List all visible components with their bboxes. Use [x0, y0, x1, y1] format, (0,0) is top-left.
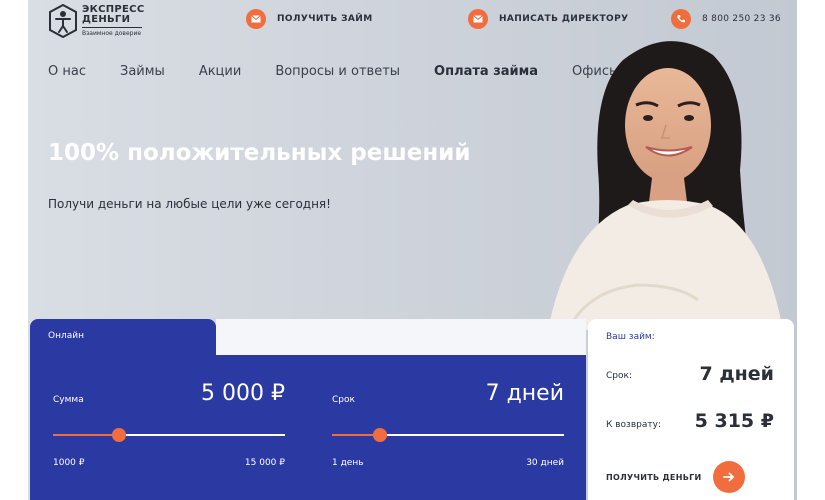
- write-director-link[interactable]: НАПИСАТЬ ДИРЕКТОРУ: [468, 9, 628, 29]
- amount-slider-handle[interactable]: [112, 428, 127, 442]
- amount-value: 5 000 ₽: [201, 381, 285, 406]
- term-field: Срок 7 дней 1 день 30 дней: [332, 355, 564, 500]
- get-money-label: ПОЛУЧИТЬ ДЕНЬГИ: [606, 472, 702, 482]
- phone-link[interactable]: 8 800 250 23 36: [671, 9, 781, 29]
- term-max: 30 дней: [526, 458, 564, 468]
- hero-subline: Получи деньги на любые цели уже сегодня!: [48, 197, 331, 211]
- nav-item-faq[interactable]: Вопросы и ответы: [275, 64, 400, 79]
- write-director-label: НАПИСАТЬ ДИРЕКТОРУ: [499, 14, 629, 24]
- hero-woman-image: [548, 41, 783, 330]
- nav-item-loans[interactable]: Займы: [120, 64, 165, 79]
- amount-label: Сумма: [53, 395, 84, 405]
- nav-item-about[interactable]: О нас: [48, 64, 86, 79]
- logo-text-line2: ДЕНЬГИ: [82, 14, 131, 25]
- term-slider[interactable]: [332, 428, 564, 442]
- amount-min: 1000 ₽: [53, 458, 85, 468]
- arrow-right-icon: [713, 461, 746, 493]
- amount-slider[interactable]: [53, 428, 285, 442]
- term-value: 7 дней: [485, 381, 564, 406]
- get-loan-label: ПОЛУЧИТЬ ЗАЙМ: [277, 14, 373, 24]
- summary-term-label: Срок:: [606, 371, 632, 381]
- logo-divider: [82, 27, 142, 28]
- get-money-button[interactable]: ПОЛУЧИТЬ ДЕНЬГИ: [606, 461, 746, 493]
- summary-term-value: 7 дней: [699, 363, 774, 385]
- term-min: 1 день: [332, 458, 364, 468]
- summary-return-value: 5 315 ₽: [694, 410, 774, 432]
- tab-online-label: Онлайн: [48, 331, 84, 341]
- phone-number: 8 800 250 23 36: [702, 14, 781, 24]
- nav-item-promotions[interactable]: Акции: [199, 64, 242, 79]
- get-loan-link[interactable]: ПОЛУЧИТЬ ЗАЙМ: [246, 9, 373, 29]
- person-figure-logo-icon: [49, 4, 77, 38]
- amount-slider-fill: [53, 434, 120, 436]
- loan-summary: Ваш займ: Срок: 7 дней К возврату: 5 315…: [588, 319, 794, 500]
- loan-calculator: Сумма 5 000 ₽ 1000 ₽ 15 000 ₽ Срок 7 дне…: [30, 355, 586, 500]
- summary-title: Ваш займ:: [606, 332, 655, 342]
- logo-slogan: Взаимное доверие: [82, 30, 142, 37]
- tab-online[interactable]: Онлайн: [30, 319, 216, 359]
- amount-field: Сумма 5 000 ₽ 1000 ₽ 15 000 ₽: [53, 355, 285, 500]
- amount-max: 15 000 ₽: [244, 458, 285, 468]
- envelope-icon: [468, 9, 488, 29]
- summary-return-label: К возврату:: [606, 420, 661, 430]
- page-margin-right: [797, 0, 825, 500]
- page: ЭКСПРЕСС ДЕНЬГИ Взаимное доверие ПОЛУЧИТ…: [0, 0, 825, 500]
- envelope-icon: [246, 9, 266, 29]
- term-label: Срок: [332, 395, 355, 405]
- logo[interactable]: ЭКСПРЕСС ДЕНЬГИ Взаимное доверие: [48, 2, 148, 42]
- phone-icon: [671, 9, 691, 29]
- page-margin-left: [0, 0, 28, 500]
- calculator-tab-strip: [216, 319, 586, 355]
- term-slider-handle[interactable]: [373, 428, 388, 442]
- hero-headline: 100% положительных решений: [48, 140, 471, 166]
